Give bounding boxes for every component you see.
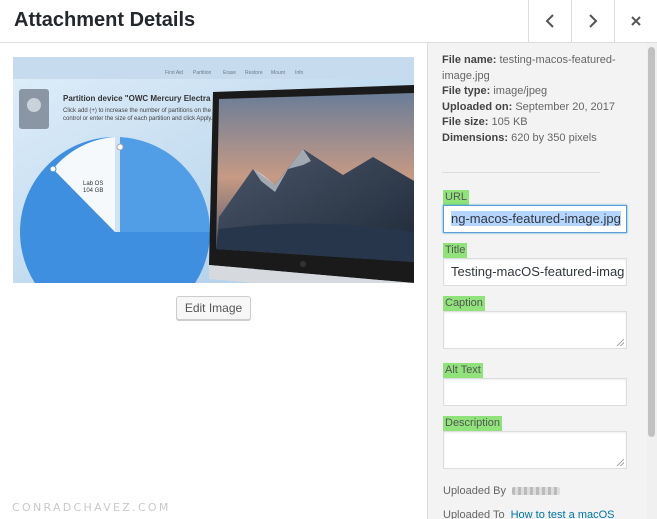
sidebar-scrollbar-thumb[interactable] (648, 47, 655, 437)
modal-header: Attachment Details (0, 0, 657, 43)
chevron-left-icon (545, 14, 554, 28)
resize-handle-icon[interactable] (617, 339, 624, 346)
file-type-row: File type: image/jpeg (442, 84, 632, 100)
file-name-label: File name: (442, 54, 497, 66)
title-field[interactable]: Testing-macOS-featured-imag (443, 258, 627, 286)
uploaded-by-value (512, 487, 560, 496)
uploaded-to-row: Uploaded To How to test a macOS (443, 509, 615, 519)
file-size-label: File size: (442, 116, 489, 128)
file-type-value: image/jpeg (493, 85, 548, 97)
url-label: URL (443, 190, 470, 206)
file-size-value: 105 KB (491, 116, 528, 128)
file-size-row: File size: 105 KB (442, 115, 632, 131)
dimensions-label: Dimensions: (442, 131, 509, 144)
uploaded-on-value: September 20, 2017 (515, 100, 616, 113)
description-label: Description (443, 416, 503, 432)
uploaded-to-label: Uploaded To (443, 509, 505, 519)
title-field-value: Testing-macOS-featured-imag (451, 264, 625, 279)
toolbar-item: Mount (271, 70, 286, 76)
url-field-value: ng-macos-featured-image.jpg (451, 211, 621, 226)
close-button[interactable] (614, 0, 657, 42)
previous-button[interactable] (528, 0, 571, 42)
partition-text-2: control or enter the size of each partit… (63, 116, 213, 122)
resize-handle-icon[interactable] (617, 459, 624, 466)
attachment-preview-image: First Aid Partition Erase Restore Mount … (13, 57, 414, 283)
close-icon (631, 16, 641, 26)
pie-label-2: 104 GB (83, 188, 103, 194)
file-type-label: File type: (442, 85, 491, 97)
pie-label-1: Lab OS (83, 181, 103, 187)
watermark: CONRADCHAVEZ.COM (12, 501, 171, 514)
modal-title: Attachment Details (14, 9, 196, 31)
divider (442, 172, 600, 173)
dimensions-value: 620 by 350 pixels (511, 131, 597, 144)
uploaded-on-label: Uploaded on: (442, 100, 513, 113)
toolbar-item: Partition (193, 70, 212, 76)
title-label: Title (443, 243, 468, 259)
attachment-media-view: First Aid Partition Erase Restore Mount … (0, 43, 427, 519)
file-name-row: File name: testing-macos-featured-image.… (442, 53, 632, 84)
description-textarea[interactable] (443, 431, 627, 469)
preview-illustration: First Aid Partition Erase Restore Mount … (13, 57, 414, 283)
uploaded-by-row: Uploaded By (443, 485, 560, 497)
attachment-info-sidebar: File name: testing-macos-featured-image.… (427, 43, 657, 519)
alt-text-field[interactable] (443, 378, 627, 406)
toolbar-item: First Aid (165, 70, 183, 76)
chevron-right-icon (589, 14, 598, 28)
url-field[interactable]: ng-macos-featured-image.jpg (443, 205, 627, 233)
uploaded-by-label: Uploaded By (443, 485, 506, 497)
next-button[interactable] (571, 0, 614, 42)
alt-text-label: Alt Text (443, 363, 483, 379)
dimensions-row: Dimensions: 620 by 350 pixels (442, 131, 632, 147)
uploaded-on-row: Uploaded on: September 20, 2017 (442, 100, 632, 116)
partition-text-1: Click add (+) to increase the number of … (63, 108, 220, 114)
toolbar-item: Restore (245, 70, 263, 76)
caption-label: Caption (443, 296, 485, 312)
file-details: File name: testing-macos-featured-image.… (442, 53, 632, 146)
caption-textarea[interactable] (443, 311, 627, 349)
toolbar-item: Info (295, 70, 304, 76)
toolbar-item: Erase (223, 70, 236, 76)
uploaded-to-link[interactable]: How to test a macOS (511, 509, 615, 519)
edit-image-button[interactable]: Edit Image (176, 296, 251, 320)
